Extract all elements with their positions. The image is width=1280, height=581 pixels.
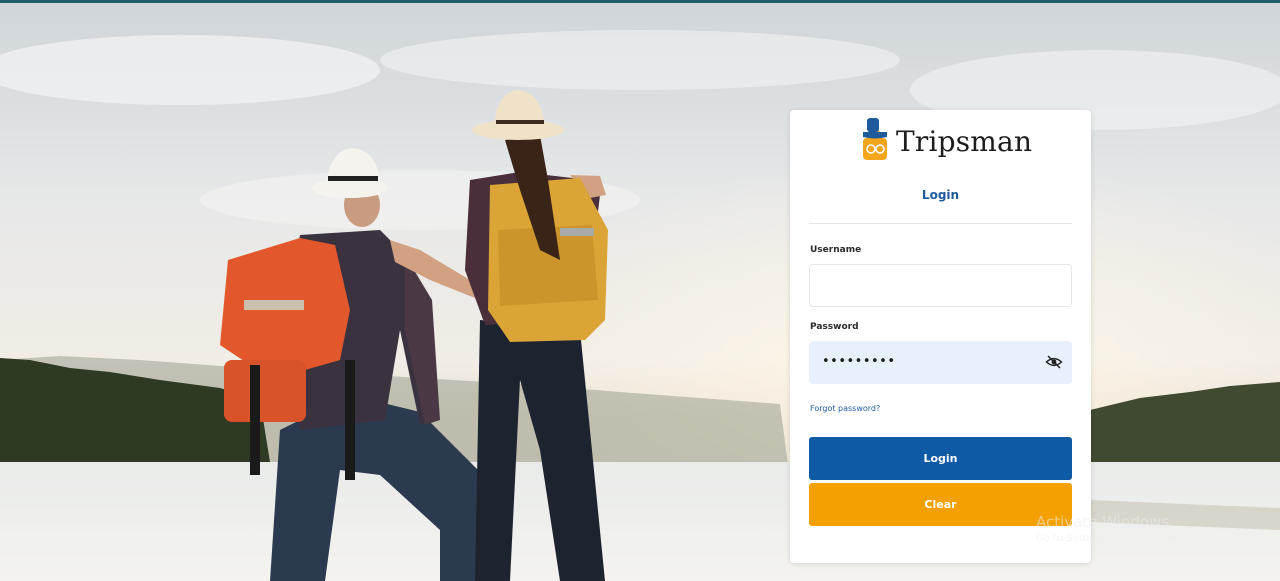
title-divider: [809, 223, 1072, 224]
forgot-password-link[interactable]: Forgot password?: [810, 404, 880, 413]
watermark-title: Activate Windows: [1036, 513, 1170, 531]
password-value: •••••••••: [822, 354, 896, 369]
eye-slash-icon[interactable]: [1045, 354, 1063, 370]
top-accent-strip: [0, 0, 1280, 3]
username-label: Username: [810, 245, 862, 255]
login-page: Tripsman Login Username Password •••••••…: [0, 0, 1280, 581]
login-title: Login: [921, 188, 960, 202]
password-label: Password: [810, 322, 859, 332]
clear-button[interactable]: Clear: [809, 483, 1072, 526]
brand-name: Tripsman: [896, 124, 1033, 158]
watermark-subtitle: Go to Settings to activate Windows.: [1036, 533, 1216, 544]
password-input[interactable]: •••••••••: [809, 341, 1072, 384]
activate-windows-watermark: Activate Windows Go to Settings to activ…: [1036, 513, 1215, 544]
login-button[interactable]: Login: [809, 437, 1072, 480]
username-input[interactable]: [809, 264, 1072, 307]
suitcase-with-hat-icon: [863, 118, 887, 160]
brand-logo: Tripsman: [860, 116, 1032, 162]
login-card: Tripsman Login Username Password •••••••…: [790, 110, 1091, 563]
